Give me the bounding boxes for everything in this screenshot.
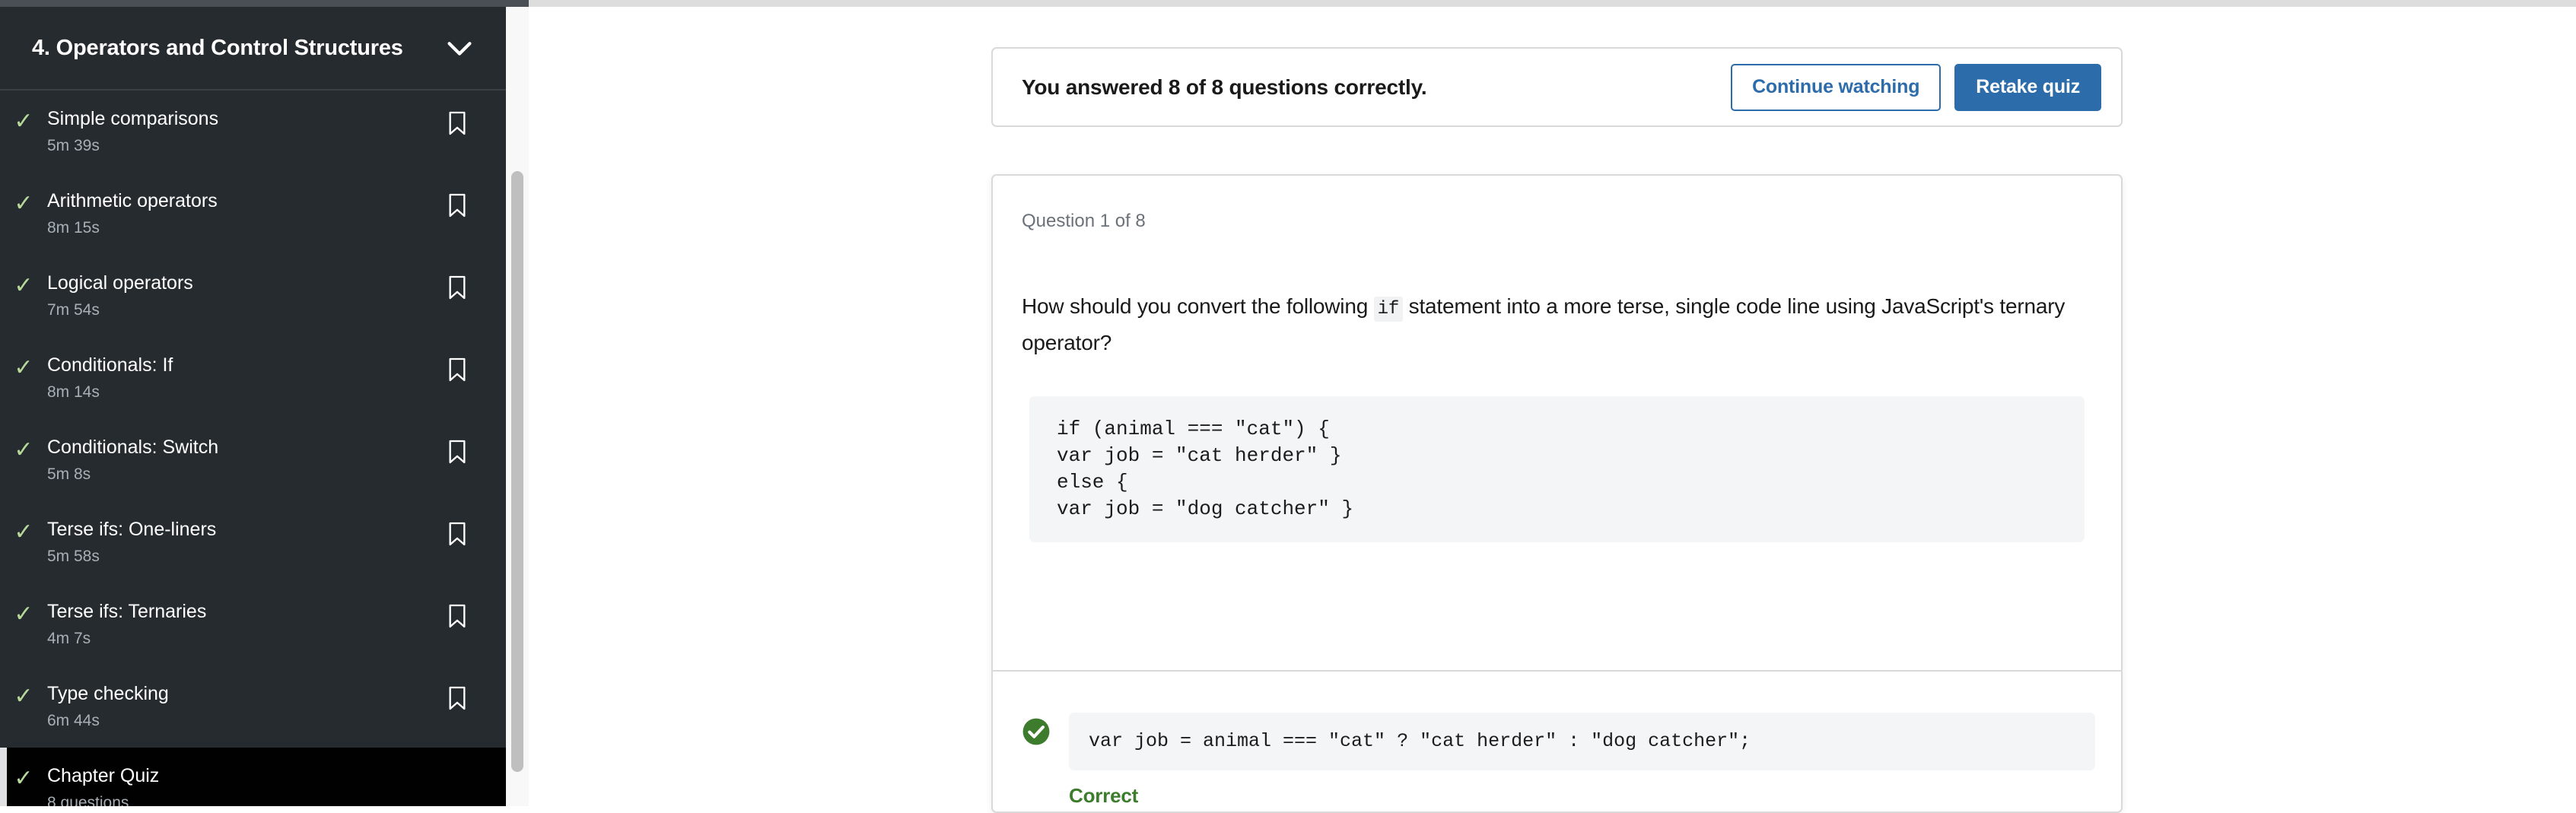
quiz-result-bar: You answered 8 of 8 questions correctly.… bbox=[991, 47, 2123, 127]
bookmark-icon[interactable] bbox=[447, 354, 477, 383]
lesson-complete-check-icon: ✓ bbox=[14, 109, 33, 134]
lesson-title: Terse ifs: Ternaries bbox=[47, 601, 207, 622]
sidebar-item-arithmetic-operators[interactable]: ✓ Arithmetic operators 8m 15s bbox=[0, 173, 506, 255]
question-divider bbox=[993, 670, 2121, 672]
question-prompt: How should you convert the following if … bbox=[1022, 290, 2081, 360]
lesson-title: Conditionals: Switch bbox=[47, 437, 219, 458]
lesson-title: Arithmetic operators bbox=[47, 190, 218, 211]
lesson-title: Type checking bbox=[47, 683, 169, 704]
sidebar-item-terse-ifs-one-liners[interactable]: ✓ Terse ifs: One-liners 5m 58s bbox=[0, 501, 506, 583]
sidebar-item-conditionals-if[interactable]: ✓ Conditionals: If 8m 14s bbox=[0, 337, 506, 419]
prompt-text-before: How should you convert the following bbox=[1022, 294, 1369, 318]
lesson-complete-check-icon: ✓ bbox=[14, 766, 33, 791]
continue-watching-button[interactable]: Continue watching bbox=[1731, 63, 1942, 111]
bookmark-icon[interactable] bbox=[447, 436, 477, 465]
sidebar-item-chapter-quiz[interactable]: ✓ Chapter Quiz 8 questions bbox=[0, 748, 506, 806]
lesson-complete-check-icon: ✓ bbox=[14, 273, 33, 298]
bookmark-icon[interactable] bbox=[447, 189, 477, 218]
lesson-title: Conditionals: If bbox=[47, 354, 173, 376]
retake-quiz-button[interactable]: Retake quiz bbox=[1954, 63, 2101, 111]
lesson-complete-check-icon: ✓ bbox=[14, 602, 33, 627]
check-circle-icon bbox=[1022, 713, 1069, 808]
lesson-complete-check-icon: ✓ bbox=[14, 355, 33, 380]
question-counter: Question 1 of 8 bbox=[1022, 211, 1146, 231]
answer-status-label: Correct bbox=[1069, 784, 1139, 807]
lesson-duration: 4m 7s bbox=[47, 630, 91, 647]
sidebar-item-conditionals-switch[interactable]: ✓ Conditionals: Switch 5m 8s bbox=[0, 419, 506, 501]
question-card: Question 1 of 8 How should you convert t… bbox=[991, 174, 2123, 813]
lesson-complete-check-icon: ✓ bbox=[14, 519, 33, 545]
lesson-complete-check-icon: ✓ bbox=[14, 191, 33, 216]
lesson-title: Logical operators bbox=[47, 272, 193, 294]
lesson-title: Chapter Quiz bbox=[47, 765, 160, 786]
answer-row: var job = animal === "cat" ? "cat herder… bbox=[993, 691, 2121, 808]
bookmark-icon[interactable] bbox=[447, 272, 477, 300]
top-rule-sidebar bbox=[0, 0, 529, 7]
question-code-block: if (animal === "cat") { var job = "cat h… bbox=[1029, 396, 2085, 542]
bookmark-icon[interactable] bbox=[447, 600, 477, 629]
lesson-title: Simple comparisons bbox=[47, 108, 219, 129]
lesson-text: Conditionals: If 8m 14s bbox=[47, 354, 447, 402]
lesson-complete-check-icon: ✓ bbox=[14, 684, 33, 709]
main-content: You answered 8 of 8 questions correctly.… bbox=[529, 7, 2576, 813]
lesson-duration: 5m 8s bbox=[47, 465, 91, 483]
answer-code-block: var job = animal === "cat" ? "cat herder… bbox=[1069, 713, 2095, 770]
lesson-duration: 8m 15s bbox=[47, 219, 100, 237]
chapter-title: 4. Operators and Control Structures bbox=[32, 35, 403, 60]
lesson-duration: 5m 58s bbox=[47, 548, 100, 565]
sidebar-item-logical-operators[interactable]: ✓ Logical operators 7m 54s bbox=[0, 255, 506, 337]
lesson-text: Chapter Quiz 8 questions bbox=[47, 764, 447, 806]
sidebar-item-terse-ifs-ternaries[interactable]: ✓ Terse ifs: Ternaries 4m 7s bbox=[0, 583, 506, 665]
lesson-title: Terse ifs: One-liners bbox=[47, 519, 217, 540]
lesson-text: Conditionals: Switch 5m 8s bbox=[47, 436, 447, 484]
chapter-header[interactable]: 4. Operators and Control Structures bbox=[0, 7, 506, 91]
bookmark-icon[interactable] bbox=[447, 107, 477, 136]
quiz-result-text: You answered 8 of 8 questions correctly. bbox=[1022, 75, 1427, 99]
lesson-duration: 5m 39s bbox=[47, 137, 100, 154]
lesson-duration: 8m 14s bbox=[47, 383, 100, 401]
sidebar-scrollbar-thumb[interactable] bbox=[511, 171, 523, 772]
lesson-duration: 8 questions bbox=[47, 794, 129, 806]
lesson-text: Logical operators 7m 54s bbox=[47, 272, 447, 320]
chevron-down-icon[interactable] bbox=[442, 30, 477, 65]
lesson-text: Simple comparisons 5m 39s bbox=[47, 107, 447, 156]
sidebar-item-simple-comparisons[interactable]: ✓ Simple comparisons 5m 39s bbox=[0, 91, 506, 173]
bookmark-placeholder bbox=[447, 764, 477, 767]
lesson-text: Terse ifs: Ternaries 4m 7s bbox=[47, 600, 447, 649]
lesson-text: Arithmetic operators 8m 15s bbox=[47, 189, 447, 238]
inline-code-if: if bbox=[1373, 297, 1404, 322]
lesson-duration: 7m 54s bbox=[47, 301, 100, 319]
bookmark-icon[interactable] bbox=[447, 518, 477, 547]
answer-body: var job = animal === "cat" ? "cat herder… bbox=[1069, 713, 2095, 808]
sidebar-item-type-checking[interactable]: ✓ Type checking 6m 44s bbox=[0, 665, 506, 748]
course-sidebar: 4. Operators and Control Structures ✓ Sim… bbox=[0, 7, 506, 806]
lesson-duration: 6m 44s bbox=[47, 712, 100, 729]
lesson-text: Terse ifs: One-liners 5m 58s bbox=[47, 518, 447, 567]
lesson-text: Type checking 6m 44s bbox=[47, 682, 447, 731]
lesson-list: ✓ Simple comparisons 5m 39s ✓ Arithmetic ope… bbox=[0, 91, 506, 806]
bookmark-icon[interactable] bbox=[447, 682, 477, 711]
lesson-complete-check-icon: ✓ bbox=[14, 437, 33, 462]
